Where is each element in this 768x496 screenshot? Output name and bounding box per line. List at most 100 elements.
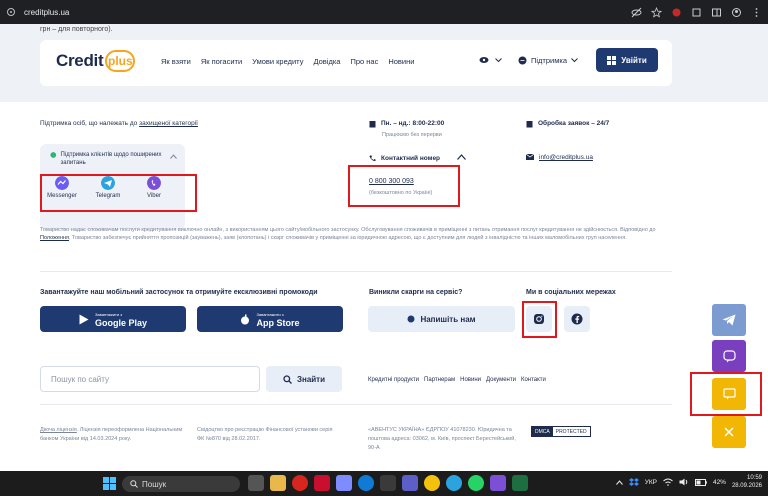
contact-number-toggle[interactable]: Контактний номер	[369, 154, 466, 162]
site-header: Credit plus Як взяти Як погасити Умови к…	[40, 40, 672, 86]
app-store-button[interactable]: Завантажити з App Store	[197, 306, 343, 332]
bookmark-star-icon[interactable]	[651, 6, 662, 18]
highlight-box-instagram	[522, 301, 557, 338]
windows-taskbar: Пошук УКР 42% 10:59 28.09.2026	[0, 471, 768, 496]
browser-toolbar: creditplus.ua	[0, 0, 768, 24]
excel-icon[interactable]	[512, 475, 528, 491]
eye-off-icon[interactable]	[631, 7, 642, 18]
clock[interactable]: 10:59 28.09.2026	[732, 474, 762, 490]
nav-help[interactable]: Довідка	[313, 57, 340, 66]
extensions-icon[interactable]	[691, 7, 702, 18]
processing-hours: Обробка заявок – 24/7	[526, 120, 609, 128]
legal-notice: Товариство надає споживачам послуги кред…	[40, 227, 656, 241]
nav-loan-terms[interactable]: Умови кредиту	[252, 57, 303, 66]
site-search-input[interactable]: Пошук по сайту	[40, 366, 260, 392]
chevron-up-icon[interactable]	[615, 479, 623, 485]
file-explorer-icon[interactable]	[270, 475, 286, 491]
store-icon[interactable]	[380, 475, 396, 491]
mail-icon	[526, 154, 534, 160]
calendar-icon	[369, 121, 376, 128]
telegram-icon	[722, 314, 736, 326]
footer-link-partners[interactable]: Партнерам	[424, 377, 455, 383]
chevron-up-icon	[457, 154, 466, 160]
nav-news[interactable]: Новини	[388, 57, 414, 66]
nav-how-to-repay[interactable]: Як погасити	[201, 57, 242, 66]
working-hours: Пн. – нд.: 8:00-22:00	[369, 120, 444, 128]
top-text-fragment: грн – для повторного).	[40, 26, 113, 33]
faq-support-header[interactable]: Підтримка клієнтів щодо поширених запита…	[50, 151, 165, 167]
search-button[interactable]: Знайти	[266, 366, 342, 392]
divider	[40, 404, 672, 405]
float-telegram-button[interactable]	[712, 304, 746, 336]
license-info: Діюча ліцензія. Ліцензія переоформлена Н…	[40, 427, 183, 442]
accessibility-toggle[interactable]	[479, 56, 502, 64]
divider	[40, 271, 672, 272]
wifi-icon[interactable]	[663, 478, 673, 486]
support-label: Підтримка	[530, 55, 567, 65]
highlight-box-phone	[348, 165, 460, 207]
chat-icon	[50, 152, 57, 158]
protected-category-text: Підтримка осіб, що належать до захищеної…	[40, 120, 198, 127]
battery-icon[interactable]	[694, 478, 707, 486]
dropbox-icon[interactable]	[628, 477, 639, 487]
telegram-icon[interactable]	[446, 475, 462, 491]
highlight-box-messengers	[40, 174, 197, 212]
sidebar-icon[interactable]	[711, 7, 722, 18]
whatsapp-icon[interactable]	[468, 475, 484, 491]
profile-icon[interactable]	[731, 7, 742, 18]
social-title: Ми в соціальних мережах	[526, 289, 616, 296]
taskbar-apps	[248, 475, 528, 491]
battery-percent: 42%	[712, 478, 726, 486]
task-view-icon[interactable]	[248, 475, 264, 491]
search-icon	[283, 374, 292, 384]
nav-how-to-get[interactable]: Як взяти	[161, 57, 191, 66]
login-button[interactable]: Увійти	[596, 48, 658, 72]
web-page: грн – для повторного). Credit plus Як вз…	[0, 24, 768, 471]
creditplus-logo[interactable]: Credit plus	[56, 50, 136, 72]
chevron-down-icon	[571, 57, 578, 62]
chrome-icon[interactable]	[424, 475, 440, 491]
regulation-link[interactable]: Положення	[40, 235, 69, 241]
language-indicator[interactable]: УКР	[645, 479, 657, 486]
license-link[interactable]: Діюча ліцензія	[40, 427, 77, 433]
windows-login-icon	[607, 55, 617, 65]
float-close-button[interactable]	[712, 416, 746, 448]
footer-link-news[interactable]: Новини	[460, 377, 481, 383]
viber-icon[interactable]	[490, 475, 506, 491]
volume-icon[interactable]	[679, 478, 689, 486]
chat-bubble-icon	[518, 56, 527, 64]
nav-about[interactable]: Про нас	[350, 57, 378, 66]
registration-info: Свідоцтво про реєстрацію Фінансової уста…	[197, 427, 333, 442]
apple-icon	[241, 314, 250, 324]
chevron-up-icon[interactable]	[170, 154, 177, 159]
dmca-badge[interactable]: DMCA PROTECTED	[531, 426, 591, 437]
app-l-icon[interactable]	[314, 475, 330, 491]
system-tray: УКР 42% 10:59 28.09.2026	[615, 474, 762, 490]
support-dropdown[interactable]: Підтримка	[518, 56, 578, 65]
footer-link-products[interactable]: Кредитні продукти	[368, 377, 419, 383]
taskbar-search[interactable]: Пошук	[122, 476, 240, 492]
facebook-link[interactable]	[564, 306, 590, 332]
address-bar[interactable]: creditplus.ua	[24, 8, 69, 17]
calendar-icon	[526, 121, 533, 128]
email-link[interactable]: info@creditplus.ua	[539, 154, 593, 161]
copilot-icon[interactable]	[336, 475, 352, 491]
chevron-down-icon	[495, 57, 502, 62]
footer-link-documents[interactable]: Документи	[486, 377, 516, 383]
working-hours-note: Працюємо без перерви	[382, 132, 442, 138]
footer-link-contacts[interactable]: Контакти	[521, 377, 546, 383]
float-viber-button[interactable]	[712, 340, 746, 372]
company-info: «АВЕНТУС УКРАЇНА» ЄДРПОУ 41078230. Юриди…	[368, 427, 516, 451]
site-info-icon[interactable]	[6, 7, 16, 17]
opera-icon[interactable]	[292, 475, 308, 491]
google-play-icon	[79, 314, 89, 324]
menu-dots-icon[interactable]	[751, 7, 762, 18]
protected-category-link[interactable]: захищеної категорії	[139, 120, 198, 127]
edge-icon[interactable]	[358, 475, 374, 491]
teams-icon[interactable]	[402, 475, 418, 491]
google-play-button[interactable]: Завантажити з Google Play	[40, 306, 186, 332]
write-to-us-button[interactable]: Напишіть нам	[368, 306, 515, 332]
search-icon	[130, 480, 138, 488]
extension-badge-icon[interactable]	[671, 7, 682, 18]
windows-start-icon[interactable]	[103, 477, 116, 490]
